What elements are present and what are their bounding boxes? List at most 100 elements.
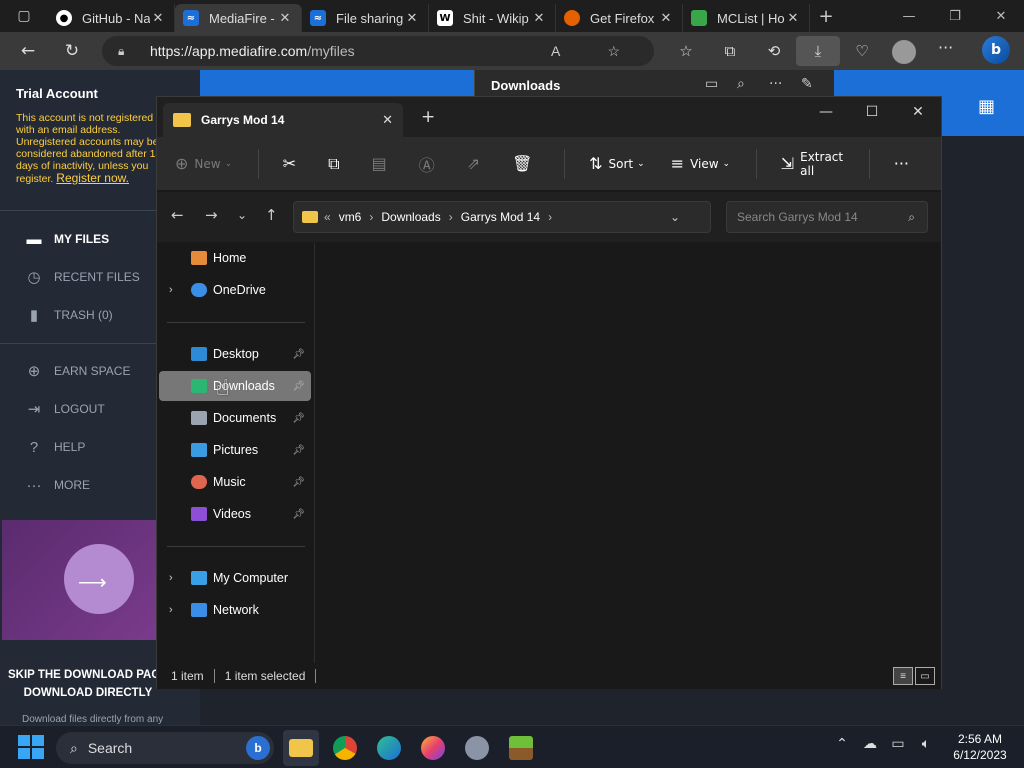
copy-button[interactable]: ⧉ — [328, 148, 345, 180]
tab-firefox[interactable]: Get Firefox ✕ — [556, 4, 683, 32]
up-icon[interactable]: ↑ — [265, 206, 278, 224]
breadcrumb-segment[interactable]: Garrys Mod 14 — [461, 210, 540, 224]
close-tab-icon[interactable]: ✕ — [658, 11, 674, 26]
display-icon[interactable]: ▭ — [884, 736, 912, 752]
close-tab-icon[interactable]: ✕ — [531, 11, 547, 26]
file-list-pane[interactable] — [316, 243, 941, 663]
register-link[interactable]: Register now. — [56, 171, 129, 185]
breadcrumb[interactable]: « vm6 › Downloads › Garrys Mod 14 › ⌄ ↻ — [293, 201, 744, 233]
sort-button[interactable]: ⇅ Sort ⌄ — [589, 148, 645, 180]
breadcrumb-segment[interactable]: vm6 — [339, 210, 362, 224]
breadcrumb-segment[interactable]: Downloads — [381, 210, 440, 224]
tiles-view-icon[interactable]: ▭ — [915, 667, 935, 685]
nav-my-files[interactable]: ▬ MY FILES — [24, 230, 110, 248]
recent-locations-icon[interactable]: ⌄ — [237, 208, 247, 222]
extract-all-button[interactable]: ⇲ Extract all — [781, 148, 843, 180]
back-icon[interactable]: ← — [10, 35, 46, 67]
new-tab-button[interactable]: + — [810, 6, 842, 27]
view-button[interactable]: ≡ View ⌄ — [671, 148, 730, 180]
open-folder-icon[interactable]: ▭ — [705, 76, 718, 92]
overflow-chevron-icon[interactable]: « — [324, 210, 331, 224]
nav-item-home[interactable]: Home — [159, 243, 311, 273]
pin-icon[interactable]: ✎ — [801, 76, 813, 92]
nav-trash[interactable]: ▮ TRASH (0) — [24, 306, 113, 324]
delete-button[interactable]: 🗑︎ — [512, 148, 538, 180]
restore-icon[interactable]: ❐ — [932, 9, 978, 24]
chevron-right-icon[interactable]: › — [169, 604, 173, 616]
nav-item-videos[interactable]: Videos 📌︎ — [159, 499, 311, 529]
minimize-icon[interactable]: — — [803, 97, 849, 127]
close-tab-icon[interactable]: ✕ — [785, 11, 801, 26]
profile-avatar[interactable] — [892, 40, 916, 64]
chevron-right-icon[interactable]: › — [449, 210, 453, 224]
details-view-icon[interactable]: ≡ — [893, 667, 913, 685]
close-tab-icon[interactable]: ✕ — [277, 11, 293, 26]
downloads-icon[interactable]: ⤓ — [796, 36, 840, 66]
nav-more[interactable]: ··· MORE — [24, 476, 91, 494]
file-explorer-app[interactable] — [283, 730, 319, 766]
more-options-icon[interactable]: ··· — [769, 76, 782, 92]
edge-app[interactable] — [371, 730, 407, 766]
pin-icon[interactable]: 📌︎ — [292, 509, 305, 520]
share-button[interactable]: ⇗ — [467, 148, 486, 180]
apps-grid-icon[interactable]: ▦ — [978, 96, 995, 117]
nav-item-pictures[interactable]: Pictures 📌︎ — [159, 435, 311, 465]
close-icon[interactable]: ✕ — [895, 97, 941, 127]
refresh-icon[interactable]: ↻ — [54, 35, 90, 67]
minecraft-app[interactable] — [503, 730, 539, 766]
pin-icon[interactable]: 📌︎ — [292, 477, 305, 488]
favorites-icon[interactable]: ☆ — [664, 42, 708, 60]
pin-icon[interactable]: 📌︎ — [292, 445, 305, 456]
nav-help[interactable]: ? HELP — [24, 438, 86, 456]
performance-icon[interactable]: ♡ — [840, 42, 884, 60]
pin-icon[interactable]: 📌︎ — [292, 349, 305, 360]
taskbar-search[interactable]: ⌕ Search b — [56, 732, 274, 764]
tab-file-sharing[interactable]: ≈ File sharing ✕ — [302, 4, 429, 32]
tab-actions-icon[interactable]: ▢ — [0, 0, 48, 32]
new-tab-button[interactable]: + — [421, 107, 435, 127]
back-icon[interactable]: ← — [171, 206, 184, 224]
forward-icon[interactable]: → — [205, 206, 218, 224]
see-more-button[interactable]: ··· — [894, 148, 915, 180]
settings-app[interactable] — [459, 730, 495, 766]
chevron-right-icon[interactable]: › — [548, 210, 552, 224]
chevron-right-icon[interactable]: › — [169, 572, 173, 584]
pin-icon[interactable]: 📌︎ — [292, 381, 305, 392]
close-tab-icon[interactable]: ✕ — [150, 11, 166, 26]
nav-item-my-computer[interactable]: › My Computer — [159, 563, 311, 593]
tab-mediafire[interactable]: ≈ MediaFire - ✕ — [175, 4, 302, 32]
cut-button[interactable]: ✂ — [283, 148, 302, 180]
nav-item-desktop[interactable]: Desktop 📌︎ — [159, 339, 311, 369]
read-aloud-favorite-icons[interactable]: A ☆ — [551, 43, 642, 60]
tab-mclist[interactable]: MCList | Ho ✕ — [683, 4, 810, 32]
bing-icon[interactable]: b — [246, 736, 270, 760]
nav-item-onedrive[interactable]: › OneDrive — [159, 275, 311, 305]
address-bar[interactable]: 🔒︎ https://app.mediafire.com/myfiles A ☆ — [102, 36, 654, 66]
collections-icon[interactable]: ⧉ — [708, 42, 752, 60]
search-icon[interactable]: ⌕ — [737, 76, 745, 92]
nav-item-music[interactable]: Music 📌︎ — [159, 467, 311, 497]
volume-icon[interactable]: 🔈︎ — [912, 736, 940, 752]
nav-item-downloads[interactable]: Downloads 📌︎ — [159, 371, 311, 401]
chevron-right-icon[interactable]: › — [169, 284, 173, 296]
close-tab-icon[interactable]: ✕ — [404, 11, 420, 26]
new-button[interactable]: ⊕ New ⌄ — [175, 148, 232, 180]
nav-item-documents[interactable]: Documents 📌︎ — [159, 403, 311, 433]
nav-recent-files[interactable]: ◷ RECENT FILES — [24, 268, 139, 286]
explorer-tab[interactable]: Garrys Mod 14 ✕ — [163, 103, 403, 137]
close-icon[interactable]: ✕ — [978, 9, 1024, 24]
firefox-app[interactable] — [415, 730, 451, 766]
more-options-icon[interactable]: ··· — [938, 38, 953, 57]
pin-icon[interactable]: 📌︎ — [292, 413, 305, 424]
rename-button[interactable]: Ⓐ — [419, 148, 441, 180]
chevron-right-icon[interactable]: › — [369, 210, 373, 224]
chrome-app[interactable] — [327, 730, 363, 766]
nav-earn-space[interactable]: ⊕ EARN SPACE — [24, 362, 131, 380]
chevron-down-icon[interactable]: ⌄ — [670, 210, 680, 224]
network-offline-icon[interactable]: ☁ — [856, 736, 884, 752]
nav-logout[interactable]: ⇥ LOGOUT — [24, 400, 105, 418]
paste-button[interactable]: ▤ — [372, 148, 393, 180]
tab-github[interactable]: ● GitHub - Na ✕ — [48, 4, 175, 32]
maximize-icon[interactable]: ☐ — [849, 97, 895, 127]
close-tab-icon[interactable]: ✕ — [382, 113, 393, 128]
